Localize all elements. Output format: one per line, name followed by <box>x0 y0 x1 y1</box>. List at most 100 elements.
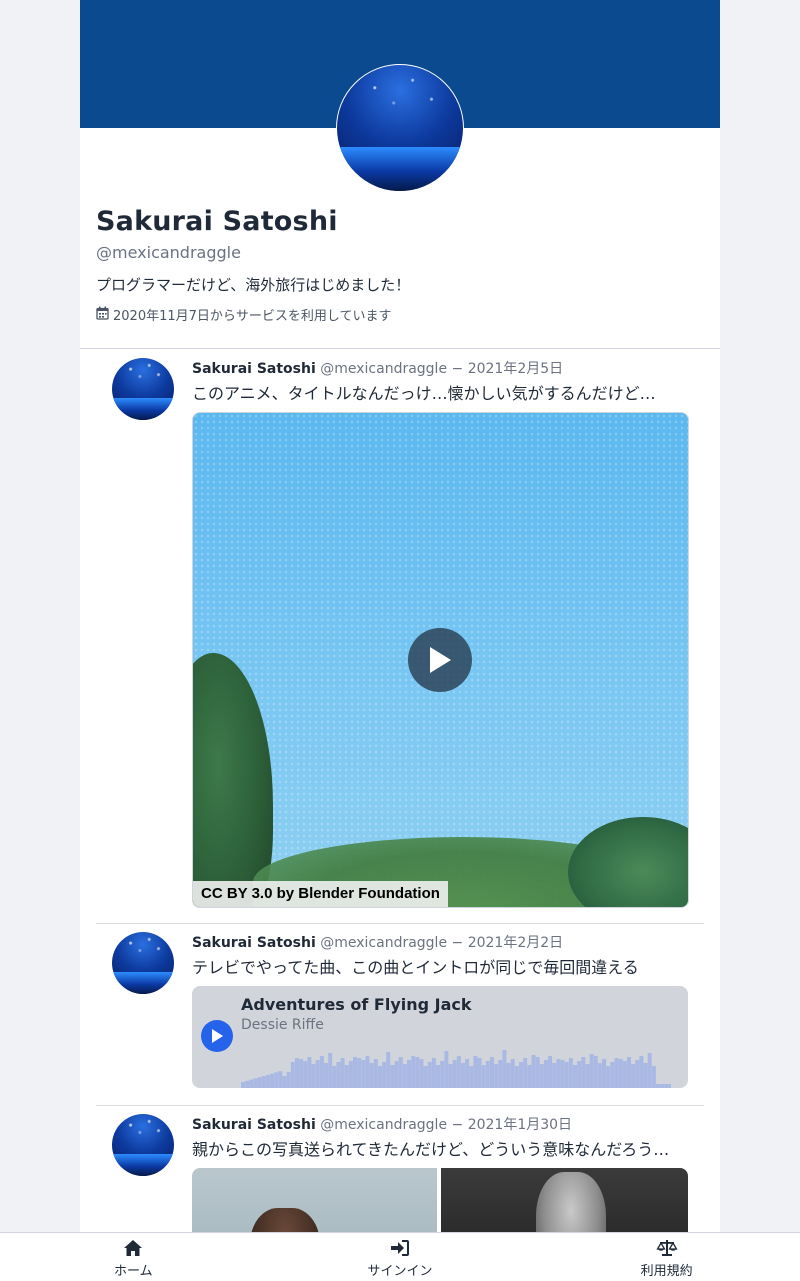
waveform-bar <box>543 1060 548 1088</box>
bottom-nav: ホーム サインイン 利用規約 <box>0 1232 800 1281</box>
tweet-avatar[interactable] <box>112 932 174 994</box>
tweet-meta: @mexicandraggle − 2021年2月5日 <box>320 361 564 377</box>
waveform-bar <box>581 1057 586 1088</box>
tweet-header: Sakurai Satoshi @mexicandraggle − 2021年1… <box>192 1114 572 1134</box>
waveform-bar <box>606 1066 611 1088</box>
waveform-bar <box>477 1058 482 1088</box>
waveform-bar <box>577 1061 582 1088</box>
waveform-bar <box>353 1057 358 1088</box>
waveform-bar <box>535 1057 540 1088</box>
waveform-bar <box>373 1059 378 1088</box>
waveform-bar <box>498 1060 503 1088</box>
waveform-bar <box>307 1057 312 1088</box>
tweet-text: テレビでやってた曲、この曲とイントロが同じで毎回間違える <box>192 958 639 977</box>
waveform-bar <box>299 1059 304 1088</box>
waveform-bar <box>506 1063 511 1088</box>
waveform-bar <box>639 1056 644 1088</box>
calendar-icon <box>96 306 109 324</box>
play-icon[interactable] <box>408 628 472 692</box>
waveform-bar <box>573 1065 577 1088</box>
waveform-bar <box>294 1058 299 1088</box>
waveform-bar <box>415 1057 420 1088</box>
profile-page: Sakurai Satoshi @mexicandraggle プログラマーだけ… <box>80 0 720 1280</box>
waveform-bar <box>249 1079 254 1088</box>
waveform-bar <box>332 1066 337 1088</box>
waveform-bar <box>481 1065 486 1088</box>
waveform-bar <box>357 1058 362 1088</box>
waveform-bar <box>519 1062 524 1088</box>
waveform-bar <box>282 1076 287 1088</box>
profile-handle: @mexicandraggle <box>96 243 241 262</box>
waveform-bar <box>377 1066 382 1088</box>
waveform-bar <box>319 1056 324 1088</box>
waveform-bar <box>402 1064 407 1088</box>
tweet-author[interactable]: Sakurai Satoshi <box>192 935 316 951</box>
waveform-bar <box>602 1059 607 1088</box>
tweet-video[interactable]: CC BY 3.0 by Blender Foundation <box>192 412 689 908</box>
waveform-bar <box>514 1066 519 1088</box>
waveform-bar <box>485 1061 490 1088</box>
audio-waveform[interactable] <box>241 1046 671 1088</box>
tweet-header: Sakurai Satoshi @mexicandraggle − 2021年2… <box>192 358 563 378</box>
waveform-bar <box>539 1064 544 1088</box>
waveform-bar <box>460 1063 465 1088</box>
waveform-bar <box>626 1057 631 1088</box>
waveform-bar <box>494 1064 499 1088</box>
waveform-bar <box>635 1060 640 1088</box>
waveform-bar <box>668 1084 671 1088</box>
tweet-author[interactable]: Sakurai Satoshi <box>192 361 316 377</box>
waveform-bar <box>344 1065 349 1088</box>
waveform-bar <box>274 1072 279 1088</box>
waveform-bar <box>394 1061 399 1088</box>
video-caption: CC BY 3.0 by Blender Foundation <box>193 881 448 907</box>
waveform-bar <box>440 1061 445 1088</box>
waveform-bar <box>382 1062 387 1088</box>
tweet-avatar[interactable] <box>112 358 174 420</box>
waveform-bar <box>622 1061 627 1088</box>
waveform-bar <box>303 1061 308 1088</box>
waveform-bar <box>390 1065 395 1088</box>
nav-signin[interactable]: サインイン <box>267 1233 534 1281</box>
audio-play-button[interactable] <box>201 1020 233 1052</box>
divider <box>80 348 720 349</box>
waveform-bar <box>290 1062 295 1088</box>
nav-terms[interactable]: 利用規約 <box>533 1233 800 1281</box>
waveform-bar <box>328 1053 333 1088</box>
waveform-bar <box>369 1063 374 1088</box>
waveform-bar <box>643 1063 648 1088</box>
tweet-author[interactable]: Sakurai Satoshi <box>192 1117 316 1133</box>
waveform-bar <box>469 1066 474 1088</box>
joined-text: 2020年11月7日からサービスを利用しています <box>113 309 392 324</box>
waveform-bar <box>585 1064 590 1088</box>
waveform-bar <box>444 1051 449 1088</box>
waveform-bar <box>241 1082 245 1088</box>
audio-artist: Dessie Riffe <box>241 1017 324 1033</box>
audio-title: Adventures of Flying Jack <box>241 995 472 1014</box>
waveform-bar <box>556 1059 561 1088</box>
profile-name: Sakurai Satoshi <box>96 206 338 237</box>
divider <box>96 923 704 924</box>
waveform-bar <box>465 1059 470 1088</box>
waveform-bar <box>656 1084 660 1088</box>
waveform-bar <box>407 1060 411 1088</box>
divider <box>96 1105 704 1106</box>
profile-avatar[interactable] <box>336 64 464 192</box>
nav-home[interactable]: ホーム <box>0 1233 267 1281</box>
waveform-bar <box>336 1062 341 1088</box>
waveform-bar <box>614 1058 619 1088</box>
tweet-header: Sakurai Satoshi @mexicandraggle − 2021年2… <box>192 932 563 952</box>
waveform-bar <box>361 1060 366 1088</box>
waveform-bar <box>618 1059 623 1088</box>
waveform-bar <box>647 1053 652 1088</box>
waveform-bar <box>419 1059 424 1088</box>
waveform-bar <box>257 1077 262 1088</box>
waveform-bar <box>527 1065 532 1088</box>
waveform-bar <box>593 1056 598 1088</box>
waveform-bar <box>386 1052 391 1088</box>
waveform-bar <box>502 1050 507 1088</box>
tweet-avatar[interactable] <box>112 1114 174 1176</box>
waveform-bar <box>286 1072 291 1088</box>
waveform-bar <box>427 1062 432 1088</box>
waveform-bar <box>564 1062 569 1088</box>
audio-player[interactable]: Adventures of Flying Jack Dessie Riffe <box>192 986 688 1088</box>
